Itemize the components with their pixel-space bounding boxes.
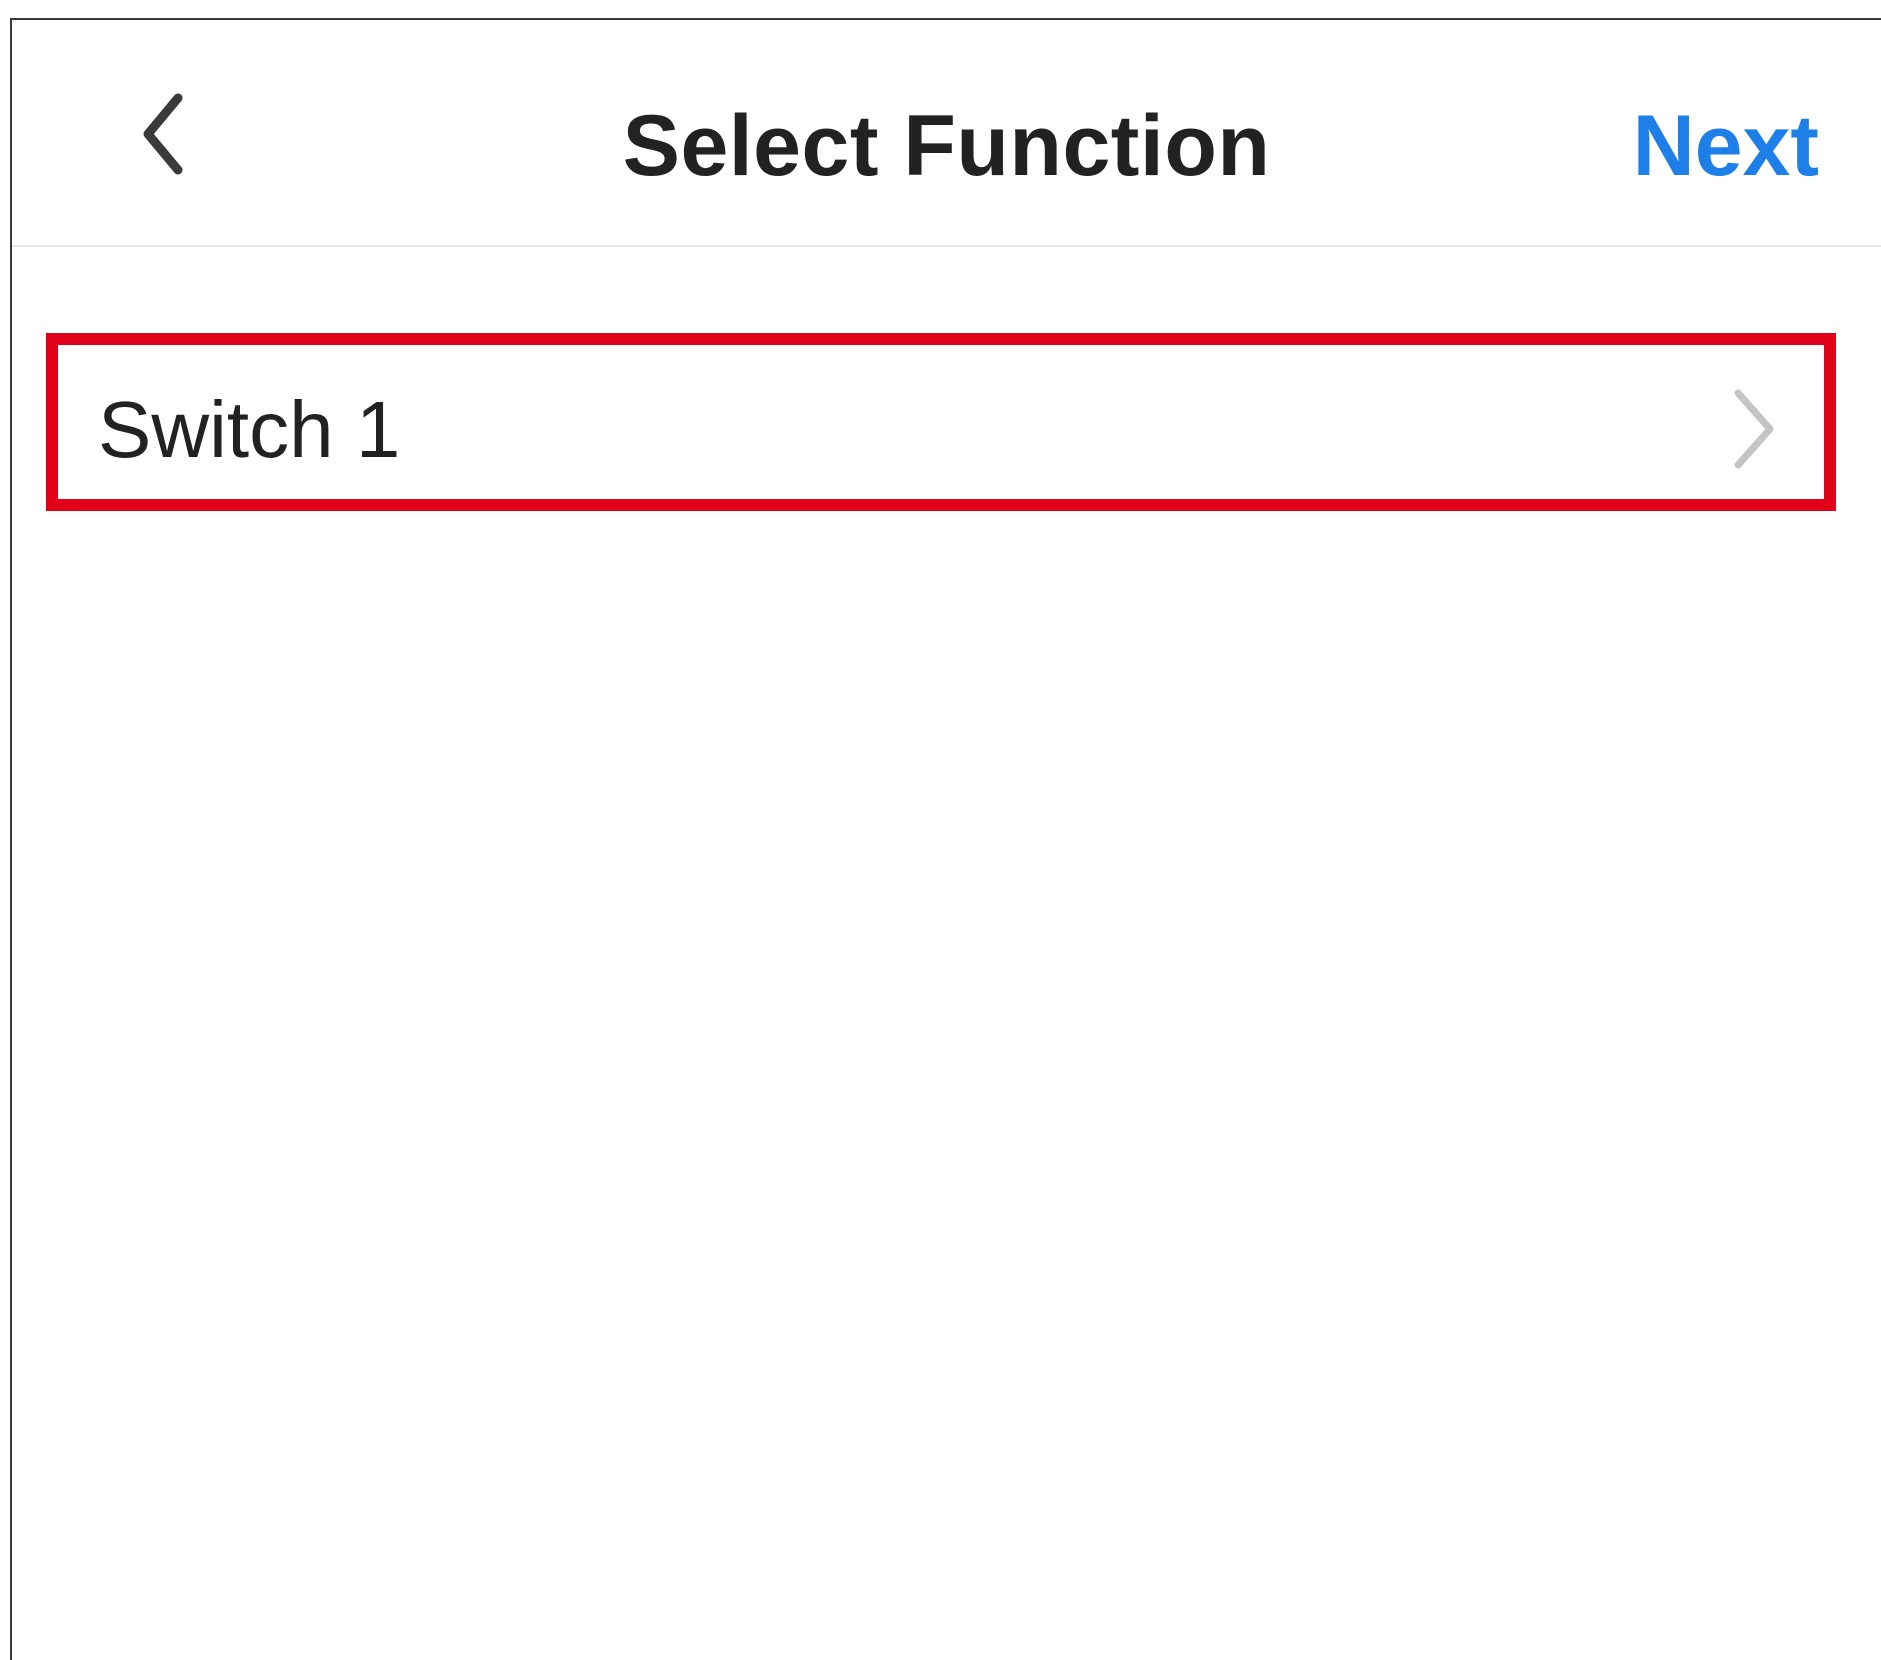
list-item-switch-1[interactable]: Switch 1 [46,333,1836,511]
header-bar: Select Function Next [12,20,1881,247]
page-title: Select Function [622,98,1271,194]
chevron-right-icon [1724,385,1784,475]
list-item-label: Switch 1 [98,385,401,474]
next-button[interactable]: Next [1633,96,1819,196]
app-screen: Select Function Next Switch 1 [10,18,1881,1660]
